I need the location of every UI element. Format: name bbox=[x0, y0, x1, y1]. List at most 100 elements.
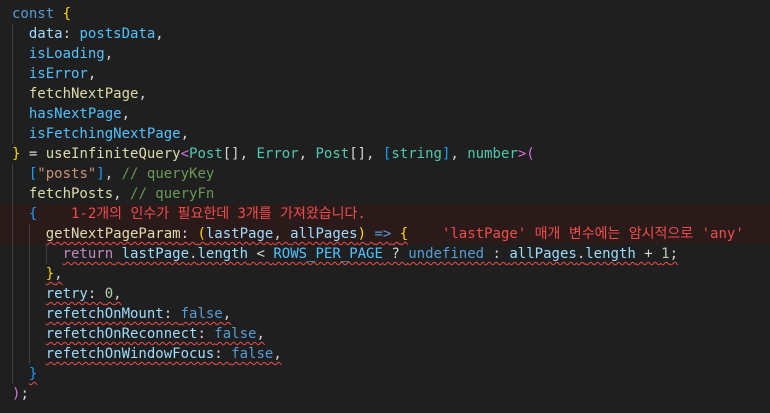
code-line-11[interactable]: { 1-2개의 인수가 필요한데 3개를 가져왔습니다. bbox=[0, 204, 770, 224]
code-token: , bbox=[256, 326, 265, 342]
code-token: , bbox=[273, 226, 291, 242]
code-token: useInfiniteQuery bbox=[45, 146, 181, 162]
code-token: data bbox=[28, 26, 63, 42]
line-content: } bbox=[12, 364, 37, 384]
code-line-15[interactable]: retry: 0, bbox=[0, 284, 770, 304]
code-token: hasNextPage bbox=[28, 106, 122, 122]
code-token: retry bbox=[45, 286, 88, 302]
code-token: , bbox=[298, 146, 316, 162]
code-token: , bbox=[450, 146, 468, 162]
code-token: [], bbox=[349, 146, 383, 162]
line-content: } = useInfiniteQuery<Post[], Error, Post… bbox=[12, 144, 535, 164]
code-token: : bbox=[163, 306, 181, 322]
code-token: refetchOnMount bbox=[45, 306, 164, 322]
code-token: , bbox=[54, 266, 63, 282]
code-line-9[interactable]: ["posts"], // queryKey bbox=[0, 164, 770, 184]
code-editor[interactable]: const { data: postsData, isLoading, isEr… bbox=[0, 0, 770, 413]
code-line-10[interactable]: fetchPosts, // queryFn bbox=[0, 184, 770, 204]
code-line-14[interactable]: }, bbox=[0, 264, 770, 284]
line-content: isError, bbox=[12, 64, 96, 84]
line-content: }, bbox=[12, 264, 63, 284]
code-token: => bbox=[374, 226, 392, 242]
code-token: , bbox=[180, 126, 190, 142]
code-token: > bbox=[517, 146, 527, 162]
code-token: 0 bbox=[104, 286, 114, 302]
code-token: , bbox=[138, 86, 147, 102]
code-line-19[interactable]: } bbox=[0, 364, 770, 384]
code-token: false bbox=[214, 326, 257, 342]
code-token: lastPage bbox=[121, 246, 190, 262]
code-token: refetchOnWindowFocus bbox=[45, 346, 215, 362]
code-token: , bbox=[113, 186, 131, 202]
code-token: : bbox=[87, 286, 105, 302]
code-token: string bbox=[391, 146, 442, 162]
code-token: undefined bbox=[408, 246, 485, 262]
code-token: return bbox=[62, 246, 114, 262]
code-line-3[interactable]: isLoading, bbox=[0, 44, 770, 64]
code-token: fetchPosts bbox=[28, 186, 114, 202]
code-line-1[interactable]: const { bbox=[0, 4, 770, 24]
code-line-12[interactable]: getNextPageParam: (lastPage, allPages) =… bbox=[0, 224, 770, 244]
code-token: allPages bbox=[290, 226, 358, 242]
code-line-18[interactable]: refetchOnWindowFocus: false, bbox=[0, 344, 770, 364]
code-token: < bbox=[180, 146, 190, 162]
code-token: { bbox=[399, 226, 409, 242]
code-token: ? bbox=[382, 246, 409, 262]
code-line-7[interactable]: isFetchingNextPage, bbox=[0, 124, 770, 144]
code-token: , bbox=[87, 66, 97, 82]
code-token: Post bbox=[189, 146, 223, 162]
inline-diagnostic: 'lastPage' 매개 변수에는 암시적으로 'any' bbox=[441, 226, 744, 242]
code-token: ; bbox=[20, 386, 29, 402]
code-token: < bbox=[248, 246, 274, 262]
line-content: fetchPosts, // queryFn bbox=[12, 184, 214, 204]
code-line-2[interactable]: data: postsData, bbox=[0, 24, 770, 44]
code-token: // queryFn bbox=[130, 186, 215, 202]
code-line-4[interactable]: isError, bbox=[0, 64, 770, 84]
code-token: } bbox=[45, 266, 55, 282]
code-token: isError bbox=[28, 66, 88, 82]
code-token: , bbox=[222, 306, 232, 322]
line-content: refetchOnReconnect: false, bbox=[12, 324, 265, 344]
code-token: , bbox=[113, 286, 122, 302]
code-token: : bbox=[180, 226, 198, 242]
code-token: Error bbox=[256, 146, 299, 162]
code-line-20[interactable]: ); bbox=[0, 384, 770, 404]
code-token: const bbox=[12, 6, 55, 22]
code-line-6[interactable]: hasNextPage, bbox=[0, 104, 770, 124]
code-token: false bbox=[180, 306, 223, 322]
code-line-17[interactable]: refetchOnReconnect: false, bbox=[0, 324, 770, 344]
code-token: : bbox=[197, 326, 215, 342]
code-line-8[interactable]: } = useInfiniteQuery<Post[], Error, Post… bbox=[0, 144, 770, 164]
line-content: refetchOnMount: false, bbox=[12, 304, 231, 324]
line-content: retry: 0, bbox=[12, 284, 122, 304]
code-line-16[interactable]: refetchOnMount: false, bbox=[0, 304, 770, 324]
code-line-5[interactable]: fetchNextPage, bbox=[0, 84, 770, 104]
code-token: refetchOnReconnect bbox=[45, 326, 198, 342]
code-token: // queryKey bbox=[121, 166, 215, 182]
code-token: ( bbox=[197, 226, 206, 242]
line-content: { 1-2개의 인수가 필요한데 3개를 가져왔습니다. bbox=[12, 204, 366, 224]
code-token: postsData bbox=[79, 26, 156, 42]
code-token: Post bbox=[315, 146, 350, 162]
code-token: number bbox=[467, 146, 518, 162]
code-token: } bbox=[28, 366, 38, 382]
line-content: ["posts"], // queryKey bbox=[12, 164, 214, 184]
line-content: refetchOnWindowFocus: false, bbox=[12, 344, 282, 364]
line-content: hasNextPage, bbox=[12, 104, 130, 124]
code-token: ( bbox=[526, 146, 535, 162]
code-token: : bbox=[214, 346, 232, 362]
code-line-13[interactable]: return lastPage.length < ROWS_PER_PAGE ?… bbox=[0, 244, 770, 264]
code-token: : bbox=[62, 26, 80, 42]
